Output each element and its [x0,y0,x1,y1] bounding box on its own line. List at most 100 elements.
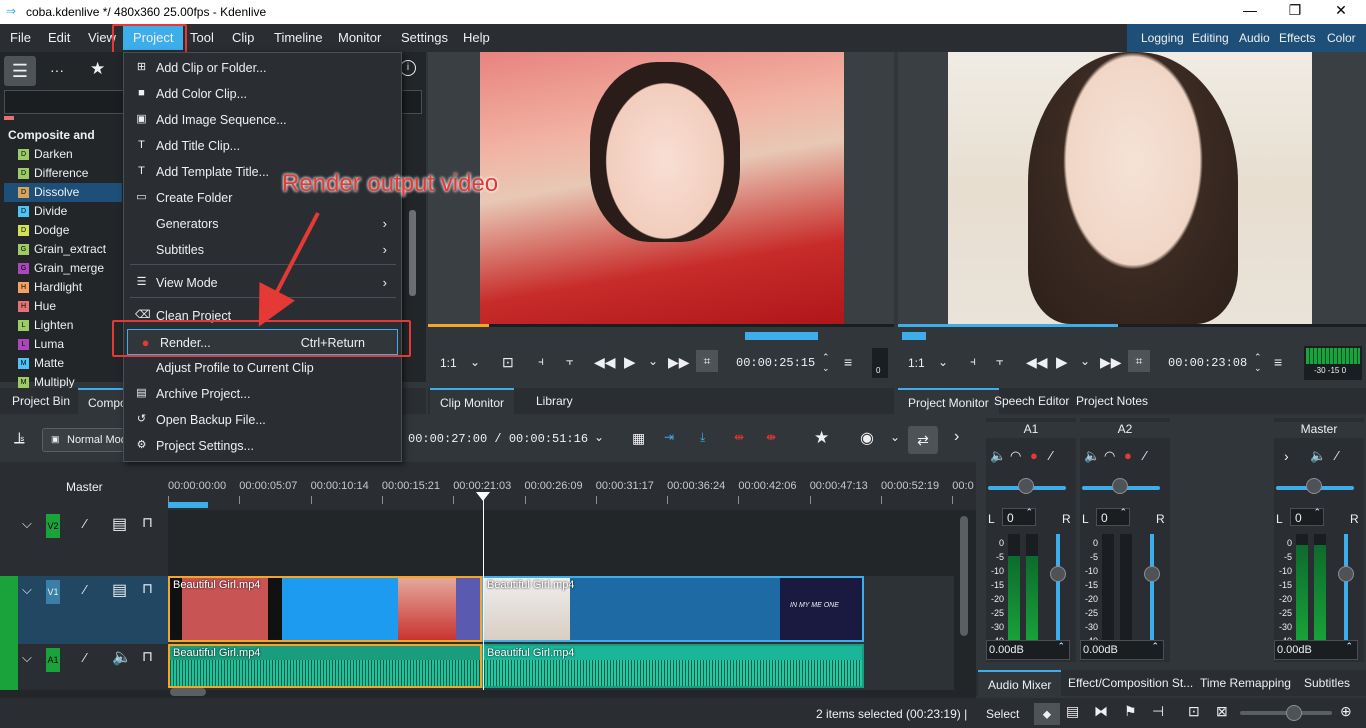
menu-clip[interactable]: Clip [232,30,254,45]
pan-spinbox[interactable]: 0 ⌃ [1002,507,1036,526]
workspace-logging[interactable]: Logging [1141,31,1184,45]
volume-slider-knob[interactable] [1144,566,1160,582]
timeline-ruler[interactable]: 00:00:00:00 00:00:05:07 00:00:10:14 00:00:1… [168,462,976,510]
chevron-right-icon[interactable]: › [1284,448,1289,464]
menu-icon[interactable]: ≡ [844,354,852,370]
track-name[interactable]: V1 [46,580,60,604]
info-icon[interactable]: i [400,60,416,76]
effect-item[interactable]: H Hardlight [4,278,122,297]
volume-slider-knob[interactable] [1050,566,1066,582]
chevron-down-icon[interactable]: ⌄ [470,355,480,369]
fit-zoom-icon[interactable]: ⊡ [1188,703,1200,720]
rewind-icon[interactable]: ◀◀ [1026,354,1048,371]
crop-icon[interactable]: ⌗ [1128,350,1150,372]
tab-clip-monitor[interactable]: Clip Monitor [430,388,515,414]
play-icon[interactable]: ▶ [1056,353,1068,371]
tab-project-bin[interactable]: Project Bin [2,388,80,414]
pan-slider-knob[interactable] [1306,478,1322,494]
tab-time-remapping[interactable]: Time Remapping [1190,670,1301,696]
forward-icon[interactable]: ▶▶ [668,354,690,371]
film-icon[interactable]: ▤ [1066,703,1079,720]
edit-mode-select[interactable]: ▣ Normal Mod [42,428,128,452]
more-icon[interactable]: ··· [50,62,64,78]
playhead-marker-icon[interactable] [476,492,490,501]
record-icon[interactable]: ◉ [860,428,874,448]
zoom-slider-knob[interactable] [1286,705,1302,721]
effect-item[interactable]: D Dodge [4,221,122,240]
spin-arrows-icon[interactable]: ⌃ ⌄ [1254,352,1262,374]
effect-item[interactable]: G Grain_merge [4,259,122,278]
timeline-vscroll[interactable] [960,516,968,636]
project-zoom-select[interactable]: 1:1 [908,356,925,370]
tag-icon[interactable]: ⬥ [1034,703,1060,725]
timeline-clip[interactable]: Beautiful Girl.mp4 [168,644,482,688]
effect-item[interactable]: D Darken [4,145,122,164]
favorite-star-icon[interactable]: ★ [90,59,105,79]
chevron-down-icon[interactable]: ⌄ [938,355,948,369]
headphones-icon[interactable]: ◠ [1104,448,1115,464]
chevron-right-icon[interactable]: › [954,428,959,446]
close-button[interactable]: ✕ [1318,2,1364,19]
set-in-icon[interactable]: ⫞ [970,354,976,369]
clip-zoom-select[interactable]: 1:1 [440,356,457,370]
effect-wand-icon[interactable]: ⁄ [84,650,86,665]
menu-timeline[interactable]: Timeline [274,30,323,45]
timeline-clip[interactable]: Beautiful Girl.mp4 [482,644,864,688]
tab-library[interactable]: Library [526,388,583,414]
speaker-icon[interactable]: 🔈 [1310,448,1326,464]
timeline-clip[interactable]: Beautiful Girl.mp4 [168,576,482,642]
extract-icon[interactable]: ⇼ [766,430,776,444]
split-icon[interactable]: ⧓ [1094,703,1108,720]
effect-item[interactable]: H Hue [4,297,122,316]
workspace-effects[interactable]: Effects [1279,31,1315,45]
mixer-toggle-icon[interactable]: ⇄ [908,426,938,454]
rewind-icon[interactable]: ◀◀ [594,354,616,371]
zoom-in-icon[interactable]: ⊕ [1340,703,1352,720]
effect-wand-icon[interactable]: ⁄ [1336,448,1338,463]
effect-wand-icon[interactable]: ⁄ [84,516,86,531]
lift-icon[interactable]: ⇹ [734,430,744,444]
set-out-icon[interactable]: ⫟ [996,354,1003,369]
volume-spinbox[interactable]: 0.00dB ⌃ [986,640,1070,660]
collapse-icon[interactable]: ⌵ [22,650,32,666]
snap-icon[interactable]: ⊣ [1152,703,1164,720]
favorite-star-icon[interactable]: ★ [814,428,829,448]
overwrite-icon[interactable]: ⤓ [700,430,705,445]
effect-item[interactable]: D Divide [4,202,122,221]
spin-arrows-icon[interactable]: ⌃ ⌄ [822,352,830,374]
effect-item[interactable]: D Difference [4,164,122,183]
fit-icon[interactable]: ⊡ [502,354,514,371]
menu-item-project-settings[interactable]: ⚙ Project Settings... [124,433,401,459]
tab-project-notes[interactable]: Project Notes [1066,388,1158,414]
menu-tool[interactable]: Tool [190,30,214,45]
clip-timecode[interactable]: 00:00:25:15 [736,356,815,370]
menu-edit[interactable]: Edit [48,30,70,45]
play-options-icon[interactable]: ⌄ [1080,354,1090,368]
menu-item-add-color-clip[interactable]: ■ Add Color Clip... [124,81,401,107]
workspace-audio[interactable]: Audio [1239,31,1270,45]
playhead[interactable] [483,492,484,690]
play-icon[interactable]: ▶ [624,353,636,371]
timeline-clip[interactable]: IN MY ME ONE Beautiful Girl.mp4 [482,576,864,642]
forward-icon[interactable]: ▶▶ [1100,354,1122,371]
effect-item[interactable]: D Dissolve [4,183,122,202]
speaker-icon[interactable]: 🔈 [1084,448,1100,464]
menu-item-add-image-sequence[interactable]: ▣ Add Image Sequence... [124,107,401,133]
speaker-icon[interactable]: 🔈 [112,647,132,667]
effect-item[interactable]: L Luma [4,335,122,354]
pan-slider-knob[interactable] [1018,478,1034,494]
effect-item[interactable]: M Matte [4,354,122,373]
lock-icon[interactable]: ⊓ [142,514,153,531]
crop-icon[interactable]: ⌗ [696,350,718,372]
collapse-icon[interactable]: ⌵ [22,582,32,598]
chevron-down-icon[interactable]: ⌄ [890,430,900,444]
zoom-out-icon[interactable]: ⊠ [1216,703,1228,720]
workspace-editing[interactable]: Editing [1192,31,1229,45]
composite-icon[interactable]: ▦ [632,430,645,447]
effects-scrollbar[interactable] [409,210,416,296]
menu-item-adjust-profile-to-current-clip[interactable]: Adjust Profile to Current Clip [124,355,401,381]
lock-icon[interactable]: ⊓ [142,580,153,597]
headphones-icon[interactable]: ◠ [1010,448,1021,464]
track-settings-icon[interactable]: ⫡ [14,430,25,448]
play-options-icon[interactable]: ⌄ [648,354,658,368]
